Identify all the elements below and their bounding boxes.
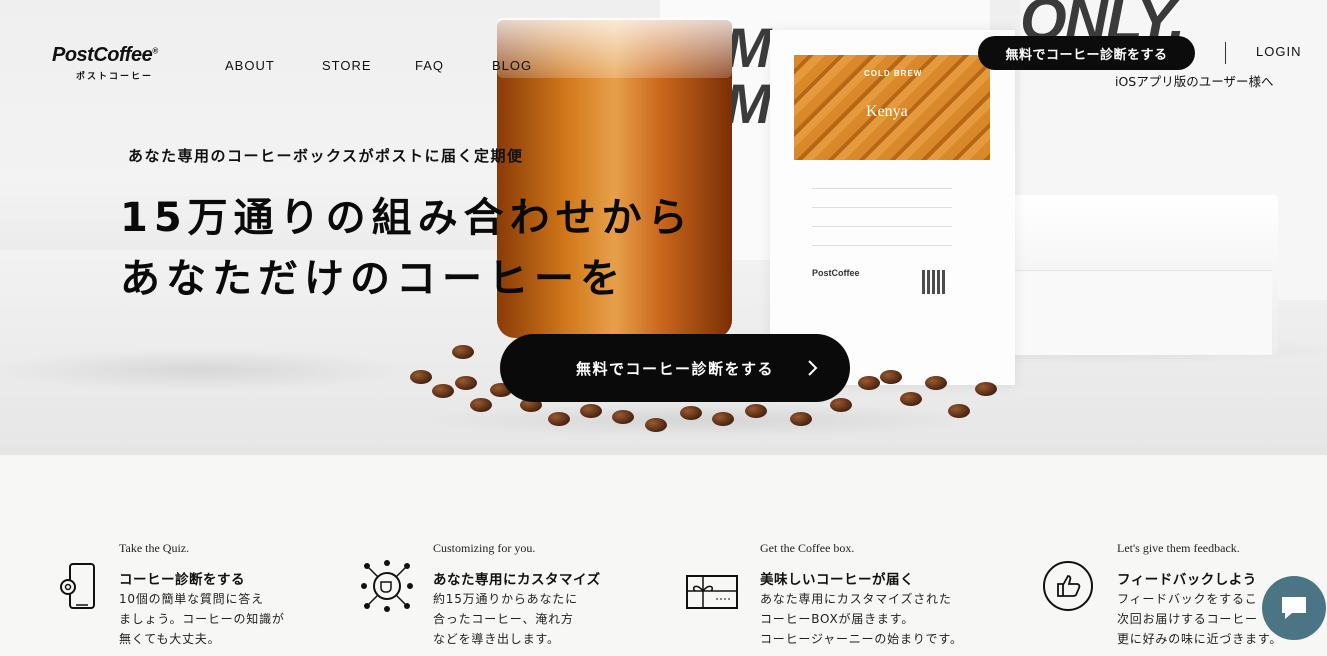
chevron-right-icon: [808, 360, 818, 376]
coffee-bean: [880, 370, 902, 384]
coffee-bean: [645, 418, 667, 432]
nav-blog[interactable]: BLOG: [492, 58, 532, 73]
chat-button[interactable]: [1262, 576, 1326, 640]
step-title: コーヒー診断をする: [119, 572, 245, 588]
coffee-bean: [925, 376, 947, 390]
step-description: 10個の簡単な質問に答え ましょう。コーヒーの知識が 無くても大丈夫。: [119, 592, 285, 646]
logo-subtext: ポストコーヒー: [76, 72, 154, 82]
step-title: あなた専用にカスタマイズ: [433, 572, 601, 588]
step-en-title: Get the Coffee box.: [760, 541, 855, 555]
login-link[interactable]: LOGIN: [1256, 44, 1301, 59]
coffee-bean: [858, 376, 880, 390]
coffee-bean: [548, 412, 570, 426]
gift-box-icon: [686, 575, 738, 609]
thumbs-up-icon: [1043, 561, 1093, 611]
coffee-pouch-image: [1012, 270, 1272, 355]
bag-origin: Kenya: [866, 103, 908, 120]
steps-section: Take the Quiz. コーヒー診断をする 10個の簡単な質問に答え まし…: [0, 455, 1327, 656]
step-title: フィードバックしよう: [1117, 572, 1257, 588]
logo-wordmark: PostCoffee: [52, 44, 153, 66]
ios-users-link[interactable]: iOSアプリ版のユーザー様へ: [1115, 71, 1274, 90]
hero-tagline: あなた専用のコーヒーボックスがポストに届く定期便: [128, 147, 524, 165]
bag-logo: PostCoffee: [812, 268, 860, 278]
coffee-bean: [830, 398, 852, 412]
cup-network-icon: [361, 560, 413, 612]
iced-coffee-rim: [497, 18, 732, 78]
hero-headline-line2: あなただけのコーヒーを: [120, 256, 626, 302]
chat-bubble-icon: [1282, 597, 1306, 619]
bag-brand: COLD BREW: [864, 69, 923, 78]
nav-faq[interactable]: FAQ: [415, 58, 492, 73]
step-en-title: Customizing for you.: [433, 541, 536, 555]
coffee-bean: [948, 404, 970, 418]
coffee-bean: [975, 382, 997, 396]
step-en-title: Let's give them feedback.: [1117, 541, 1240, 555]
coffee-bean: [900, 392, 922, 406]
qr-code: [922, 270, 946, 294]
coffee-bean: [452, 345, 474, 359]
header-quiz-button[interactable]: 無料でコーヒー診断をする: [978, 36, 1195, 70]
coffee-bean: [455, 376, 477, 390]
phone-gear-icon: [60, 563, 95, 609]
coffee-bean: [612, 410, 634, 424]
coffee-bean: [712, 412, 734, 426]
hero-headline-line1: 15万通りの組み合わせから: [120, 195, 694, 241]
coffee-bean: [470, 398, 492, 412]
coffee-bean: [790, 412, 812, 426]
site-logo[interactable]: PostCoffee® ポストコーヒー: [52, 44, 158, 82]
hero-quiz-button[interactable]: 無料でコーヒー診断をする: [500, 334, 850, 402]
bag-info-lines: [812, 170, 952, 260]
coffee-bean: [745, 404, 767, 418]
coffee-bag-label: COLD BREW Kenya: [794, 55, 990, 160]
coffee-bean: [680, 406, 702, 420]
logo-registered-mark: ®: [152, 46, 158, 56]
step-description: 約15万通りからあなたに 合ったコーヒー、淹れ方 などを導き出します。: [433, 592, 578, 646]
coffee-bean: [580, 404, 602, 418]
nav-about[interactable]: ABOUT: [225, 58, 322, 73]
main-nav: ABOUT STORE FAQ BLOG: [225, 58, 532, 73]
header-divider: [1225, 42, 1226, 64]
coffee-bean: [410, 370, 432, 384]
step-description: あなた専用にカスタマイズされた コーヒーBOXが届きます。 コーヒージャーニーの…: [760, 592, 963, 646]
step-en-title: Take the Quiz.: [119, 541, 190, 555]
hero-quiz-button-label: 無料でコーヒー診断をする: [575, 359, 774, 378]
nav-store[interactable]: STORE: [322, 58, 415, 73]
coffee-bean: [432, 384, 454, 398]
hero-headline: 15万通りの組み合わせから あなただけのコーヒーを: [120, 188, 694, 310]
step-title: 美味しいコーヒーが届く: [760, 572, 914, 588]
